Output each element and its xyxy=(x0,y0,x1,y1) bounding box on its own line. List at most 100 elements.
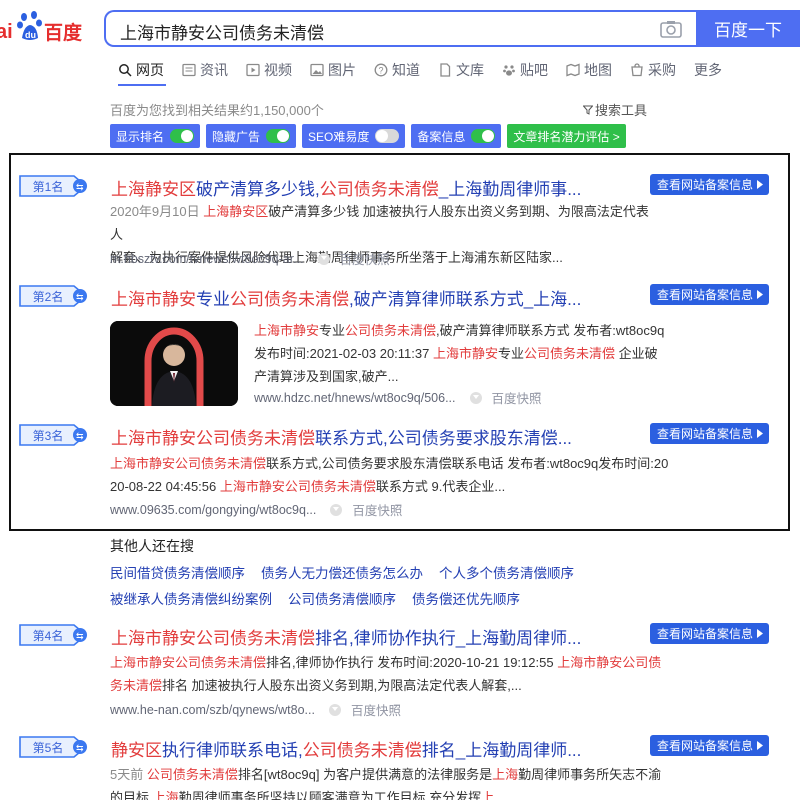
result-url[interactable]: m.hbsztv.com/tvnews/wt8oc9q-ar... xyxy=(110,252,304,266)
result-title-link[interactable]: 上海市静安公司债务未清偿联系方式,公司债务要求股东清偿... xyxy=(111,424,572,449)
title-segment: 上海市静安公司债务未清偿 xyxy=(111,429,315,448)
search-query-text: 上海市静安公司债务未清偿 xyxy=(120,24,324,43)
tab-label: 资讯 xyxy=(200,62,228,78)
active-tab-indicator xyxy=(118,84,166,86)
title-segment: ,破产清算律师联系方式_上海... xyxy=(349,290,582,309)
svg-text:ai: ai xyxy=(0,21,13,43)
switch-on[interactable] xyxy=(266,129,291,143)
article-rank-evaluate-button[interactable]: 文章排名潜力评估 > xyxy=(507,124,626,148)
result-url-row: m.hbsztv.com/tvnews/wt8oc9q-ar... 百度快照 xyxy=(110,249,390,268)
abstract-segment: 上海市静安 xyxy=(432,346,498,361)
related-search-link[interactable]: 民间借贷债务清偿顺序 xyxy=(110,562,245,582)
tab-map[interactable]: 地图 xyxy=(566,60,612,80)
question-icon: ? xyxy=(374,63,388,77)
result-thumbnail[interactable] xyxy=(110,321,238,406)
tab-web[interactable]: 网页 xyxy=(118,60,164,80)
related-search-link[interactable]: 个人多个债务清偿顺序 xyxy=(439,562,574,582)
rank-badge: ⇆ 第1名 xyxy=(18,174,94,198)
tab-wenku[interactable]: 文库 xyxy=(438,60,484,80)
toggle-beian-info[interactable]: 备案信息 xyxy=(411,124,502,148)
tab-video[interactable]: 视频 xyxy=(246,60,292,80)
tieba-paw-icon xyxy=(503,65,515,76)
view-beian-info-button[interactable]: 查看网站备案信息 xyxy=(650,284,769,305)
toggle-seo-difficulty[interactable]: SEO难易度 xyxy=(302,124,406,148)
result-url-row: www.he-nan.com/szb/qynews/wt8o... 百度快照 xyxy=(110,700,401,719)
title-segment: 上海市静安 xyxy=(111,290,196,309)
abstract-segment: 产清算涉及到国家,破产... xyxy=(254,369,399,384)
abstract-segment: 排名,律师协作执行 发布时间:2020-10-21 19:12:55 xyxy=(266,655,558,670)
snapshot-link[interactable]: 百度快照 xyxy=(351,700,401,719)
view-beian-info-button[interactable]: 查看网站备案信息 xyxy=(650,623,769,644)
abstract-segment: 排名[wt8oc9q] 为客户提供满意的法律服务是 xyxy=(237,767,493,782)
view-beian-info-button[interactable]: 查看网站备案信息 xyxy=(650,423,769,444)
search-input[interactable]: 上海市静安公司债务未清偿 xyxy=(104,10,696,47)
snapshot-arrow-icon[interactable] xyxy=(317,252,330,265)
abstract-line: 20-08-22 04:45:56 上海市静安公司债务未清偿联系方式 9.代表企… xyxy=(110,475,680,498)
toggle-show-rank[interactable]: 显示排名 xyxy=(110,124,201,148)
tab-more[interactable]: 更多 xyxy=(694,60,722,80)
beian-label: 查看网站备案信息 xyxy=(657,627,754,641)
tab-news[interactable]: 资讯 xyxy=(182,60,228,80)
rank-badge: ⇆ 第2名 xyxy=(18,284,94,308)
search-button[interactable]: 百度一下 xyxy=(696,10,800,47)
switch-on[interactable] xyxy=(471,129,496,143)
abstract-line: 的目标,上海勤周律师事务所坚持以顾客满意为工作目标,充分发挥上... xyxy=(110,786,680,800)
toggle-hide-ads[interactable]: 隐藏广告 xyxy=(206,124,297,148)
snapshot-arrow-icon[interactable] xyxy=(328,703,341,716)
related-search-link[interactable]: 债务人无力偿还债务怎么办 xyxy=(261,562,423,582)
abstract-segment: 上... xyxy=(481,790,506,800)
shopping-icon xyxy=(631,63,643,77)
abstract-segment: 上海 xyxy=(492,767,519,782)
snapshot-arrow-icon[interactable] xyxy=(330,503,343,516)
related-search-row: 民间借贷债务清偿顺序 债务人无力偿还债务怎么办 个人多个债务清偿顺序 xyxy=(110,562,590,582)
baidu-logo[interactable]: ai du 百度 xyxy=(0,8,92,48)
tab-tieba[interactable]: 贴吧 xyxy=(502,60,548,80)
toggle-label: 备案信息 xyxy=(417,129,466,144)
related-search-row: 被继承人债务清偿纠纷案例 公司债务清偿顺序 债务偿还优先顺序 xyxy=(110,588,536,608)
svg-text:⇆: ⇆ xyxy=(76,743,84,753)
snapshot-link[interactable]: 百度快照 xyxy=(340,249,390,268)
result-title-link[interactable]: 静安区执行律师联系电话,公司债务未清偿排名_上海勤周律师... xyxy=(111,736,581,761)
caret-right-icon xyxy=(757,741,763,750)
related-search-link[interactable]: 被继承人债务清偿纠纷案例 xyxy=(110,588,272,608)
title-segment: 联系方式,公司债务要求股东清偿... xyxy=(315,429,572,448)
snapshot-link[interactable]: 百度快照 xyxy=(352,500,402,519)
snapshot-link[interactable]: 百度快照 xyxy=(492,388,542,407)
tab-images[interactable]: 图片 xyxy=(310,60,356,80)
related-search-link[interactable]: 债务偿还优先顺序 xyxy=(412,588,520,608)
tab-label: 地图 xyxy=(584,62,612,78)
tab-purchase[interactable]: 采购 xyxy=(630,60,676,80)
result-url[interactable]: www.09635.com/gongying/wt8oc9q... xyxy=(110,503,316,517)
view-beian-info-button[interactable]: 查看网站备案信息 xyxy=(650,174,769,195)
tab-label: 更多 xyxy=(694,62,722,78)
tab-label: 贴吧 xyxy=(520,62,548,78)
toggle-label: 隐藏广告 xyxy=(212,129,261,144)
abstract-segment: 5天前 xyxy=(110,767,147,782)
snapshot-arrow-icon[interactable] xyxy=(469,391,482,404)
camera-icon[interactable] xyxy=(660,20,682,38)
svg-text:⇆: ⇆ xyxy=(76,182,84,192)
abstract-line: 上海市静安公司债务未清偿排名,律师协作执行 发布时间:2020-10-21 19… xyxy=(110,651,670,674)
rank-badge: ⇆ 第5名 xyxy=(18,735,94,759)
lawyer-portrait-image xyxy=(110,321,238,406)
abstract-line: 发布时间:2021-02-03 20:11:37 上海市静安专业公司债务未清偿 … xyxy=(254,342,674,365)
svg-text:⇆: ⇆ xyxy=(76,292,84,302)
tab-label: 网页 xyxy=(136,62,164,78)
result-title-link[interactable]: 上海市静安专业公司债务未清偿,破产清算律师联系方式_上海... xyxy=(111,285,581,310)
abstract-segment: 上海市静安公司债务未清偿 xyxy=(110,655,267,670)
view-beian-info-button[interactable]: 查看网站备案信息 xyxy=(650,735,769,756)
switch-on[interactable] xyxy=(170,129,195,143)
plugin-toggles: 显示排名 隐藏广告 SEO难易度 备案信息 文章排名潜力评估 > xyxy=(110,124,626,148)
tab-zhidao[interactable]: ? 知道 xyxy=(374,60,420,80)
search-tools-button[interactable]: 搜索工具 xyxy=(583,100,647,119)
svg-text:⇆: ⇆ xyxy=(76,631,84,641)
result-url[interactable]: www.hdzc.net/hnews/wt8oc9q/506... xyxy=(254,391,456,405)
result-title-link[interactable]: 上海市静安公司债务未清偿排名,律师协作执行_上海勤周律师... xyxy=(111,624,581,649)
result-title-link[interactable]: 上海静安区破产清算多少钱,公司债务未清偿_上海勤周律师事... xyxy=(111,175,581,200)
rank-label: 第2名 xyxy=(32,290,64,304)
switch-off[interactable] xyxy=(375,129,400,143)
abstract-segment: 上海市静安公司债务未清偿 xyxy=(110,456,267,471)
abstract-segment: 上海市静安公司债 xyxy=(557,655,662,670)
result-url[interactable]: www.he-nan.com/szb/qynews/wt8o... xyxy=(110,703,315,717)
related-search-link[interactable]: 公司债务清偿顺序 xyxy=(288,588,396,608)
